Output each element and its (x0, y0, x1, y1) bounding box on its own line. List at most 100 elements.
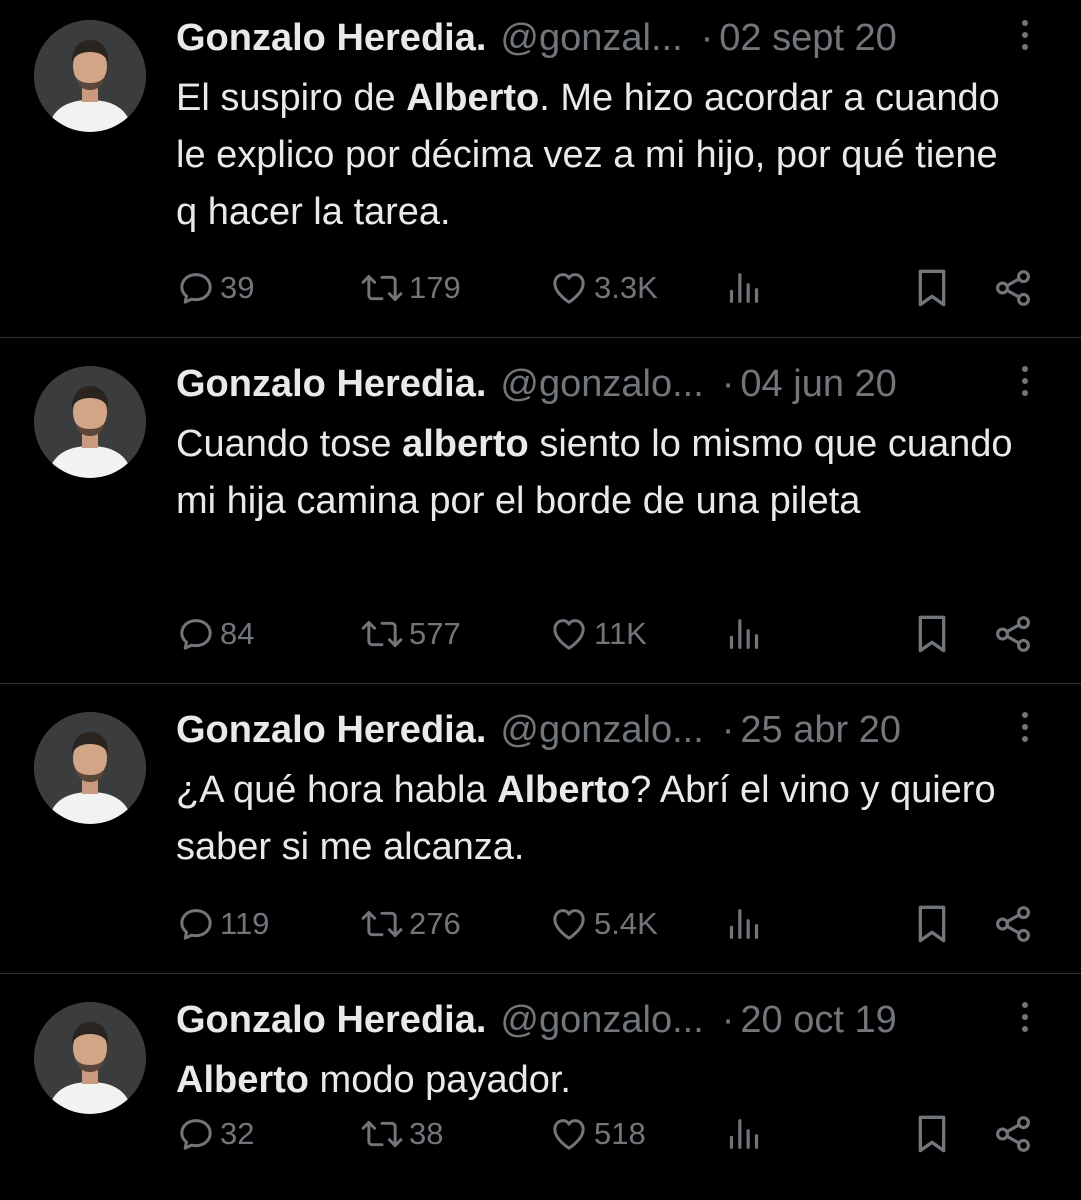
tweet[interactable]: Gonzalo Heredia. @gonzal... · 02 sept 20 El … (0, 0, 1081, 338)
text-segment: modo payador. (309, 1059, 571, 1101)
like-button[interactable]: 518 (548, 1112, 646, 1156)
like-count: 3.3K (594, 270, 658, 305)
mention-bold-text: Alberto (406, 77, 540, 119)
avatar[interactable] (34, 366, 146, 478)
tweet-text: ¿A qué hora habla Alberto? Abrí el vino … (176, 762, 1021, 876)
tweet[interactable]: Gonzalo Heredia. @gonzalo... · 25 abr 20 ¿A … (0, 684, 1081, 974)
like-icon (548, 1114, 590, 1154)
more-icon[interactable] (1019, 712, 1031, 752)
more-icon[interactable] (1019, 366, 1031, 406)
reply-icon (176, 904, 216, 944)
mention-bold-text: Alberto (497, 769, 631, 811)
reply-button[interactable]: 119 (176, 902, 269, 946)
mention-bold-text: Alberto (176, 1059, 309, 1101)
share-icon (992, 267, 1034, 309)
reply-count: 32 (220, 1116, 255, 1151)
like-count: 5.4K (594, 906, 658, 941)
tweet-text: El suspiro de Alberto. Me hizo acordar a… (176, 70, 1021, 241)
like-count: 11K (594, 616, 647, 651)
avatar[interactable] (34, 1002, 146, 1114)
text-segment: El suspiro de (176, 77, 407, 119)
retweet-icon (359, 904, 405, 944)
like-icon (548, 904, 590, 944)
tweet-date[interactable]: 25 abr 20 (740, 709, 901, 752)
author-handle[interactable]: @gonzalo... (500, 363, 703, 406)
share-button[interactable] (992, 612, 1034, 656)
author-name[interactable]: Gonzalo Heredia. (176, 363, 486, 406)
avatar[interactable] (34, 20, 146, 132)
reply-button[interactable]: 32 (176, 1112, 254, 1156)
tweet[interactable]: Gonzalo Heredia. @gonzalo... · 04 jun 20 Cua… (0, 338, 1081, 684)
retweet-icon (359, 1114, 405, 1154)
reply-icon (176, 614, 216, 654)
retweet-count: 577 (409, 616, 461, 651)
tweet-text: Alberto modo payador. (176, 1052, 1021, 1109)
tweet-header: Gonzalo Heredia. @gonzalo... · 20 oct 19 (176, 996, 1041, 1044)
like-count: 518 (594, 1116, 646, 1151)
share-icon (992, 1113, 1034, 1155)
views-icon (724, 1114, 764, 1154)
views-button[interactable] (724, 1112, 764, 1156)
tweet-actions: 84 577 11K (176, 612, 1081, 656)
author-name[interactable]: Gonzalo Heredia. (176, 999, 486, 1042)
tweet-feed: Gonzalo Heredia. @gonzal... · 02 sept 20 El … (0, 0, 1081, 1200)
tweet-actions: 39 179 3.3K (176, 266, 1081, 310)
retweet-button[interactable]: 179 (359, 266, 461, 310)
separator-dot: · (721, 708, 735, 751)
share-icon (992, 903, 1034, 945)
views-button[interactable] (724, 612, 764, 656)
tweet-date[interactable]: 02 sept 20 (719, 17, 896, 60)
avatar[interactable] (34, 712, 146, 824)
more-icon[interactable] (1019, 1002, 1031, 1042)
retweet-button[interactable]: 38 (359, 1112, 443, 1156)
retweet-count: 276 (409, 906, 461, 941)
like-icon (548, 614, 590, 654)
share-button[interactable] (992, 1112, 1034, 1156)
bookmark-icon (912, 1112, 952, 1156)
author-handle[interactable]: @gonzalo... (500, 999, 703, 1042)
tweet-header: Gonzalo Heredia. @gonzalo... · 04 jun 20 (176, 360, 1041, 408)
share-button[interactable] (992, 902, 1034, 946)
author-handle[interactable]: @gonzal... (500, 17, 682, 60)
retweet-button[interactable]: 276 (359, 902, 461, 946)
retweet-count: 179 (409, 270, 461, 305)
bookmark-button[interactable] (912, 612, 952, 656)
separator-dot: · (700, 16, 714, 59)
tweet-actions: 119 276 5.4K (176, 902, 1081, 946)
tweet-date[interactable]: 20 oct 19 (740, 999, 896, 1042)
reply-count: 119 (220, 906, 270, 941)
like-button[interactable]: 5.4K (548, 902, 658, 946)
views-button[interactable] (724, 902, 764, 946)
tweet[interactable]: Gonzalo Heredia. @gonzalo... · 20 oct 19 Alb… (0, 974, 1081, 1200)
retweet-icon (359, 614, 405, 654)
like-icon (548, 268, 590, 308)
tweet-actions: 32 38 518 (176, 1112, 1081, 1156)
reply-button[interactable]: 84 (176, 612, 254, 656)
tweet-text: Cuando tose alberto siento lo mismo que … (176, 416, 1021, 530)
like-button[interactable]: 11K (548, 612, 647, 656)
author-name[interactable]: Gonzalo Heredia. (176, 17, 486, 60)
share-button[interactable] (992, 266, 1034, 310)
retweet-button[interactable]: 577 (359, 612, 461, 656)
reply-button[interactable]: 39 (176, 266, 254, 310)
retweet-icon (359, 268, 405, 308)
author-handle[interactable]: @gonzalo... (500, 709, 703, 752)
bookmark-button[interactable] (912, 266, 952, 310)
text-segment: Cuando tose (176, 423, 403, 465)
reply-count: 84 (220, 616, 255, 651)
views-icon (724, 268, 764, 308)
text-segment: ¿A qué hora habla (176, 769, 498, 811)
tweet-header: Gonzalo Heredia. @gonzal... · 02 sept 20 (176, 14, 1041, 62)
bookmark-button[interactable] (912, 902, 952, 946)
views-button[interactable] (724, 266, 764, 310)
more-icon[interactable] (1019, 20, 1031, 60)
bookmark-icon (912, 902, 952, 946)
tweet-date[interactable]: 04 jun 20 (740, 363, 896, 406)
separator-dot: · (721, 998, 735, 1041)
author-name[interactable]: Gonzalo Heredia. (176, 709, 486, 752)
reply-icon (176, 268, 216, 308)
bookmark-button[interactable] (912, 1112, 952, 1156)
bookmark-icon (912, 612, 952, 656)
like-button[interactable]: 3.3K (548, 266, 658, 310)
share-icon (992, 613, 1034, 655)
